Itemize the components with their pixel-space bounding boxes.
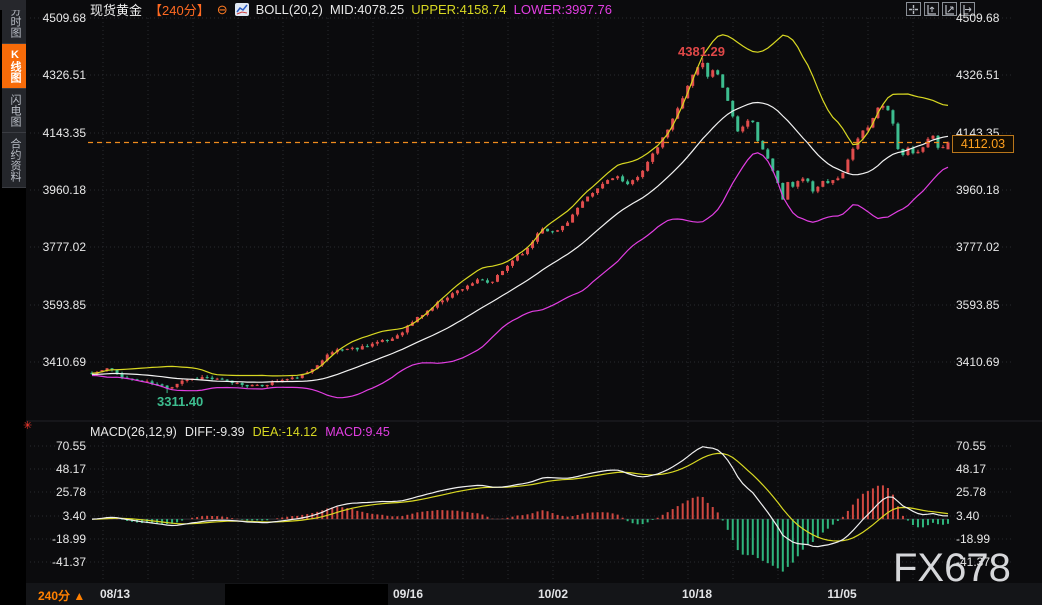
y-axis-tick: -41.37 bbox=[30, 555, 86, 569]
boll-upper-line bbox=[92, 35, 948, 376]
h-scrollbar-thumb[interactable] bbox=[225, 584, 388, 605]
y-axis-tick: -18.99 bbox=[30, 532, 86, 546]
sidebar-item-contract-info[interactable]: 合约资料 bbox=[2, 133, 26, 188]
symbol-name: 现货黄金 bbox=[90, 0, 142, 19]
last-price-tag: 4112.03 bbox=[952, 135, 1014, 153]
boll-mid-line bbox=[92, 103, 948, 383]
y-axis-tick: 3.40 bbox=[30, 509, 86, 523]
session-high-annotation: 4381.29 bbox=[678, 44, 725, 59]
y-axis-tick: 25.78 bbox=[30, 485, 86, 499]
period-badge[interactable]: 240分 ▲ bbox=[38, 587, 85, 604]
y-axis-tick: -18.99 bbox=[956, 532, 990, 546]
x-axis-label: 09/16 bbox=[393, 587, 423, 601]
y-axis-tick: 4326.51 bbox=[956, 68, 999, 82]
x-axis-label: 10/18 bbox=[682, 587, 712, 601]
macd-dea-line bbox=[92, 453, 948, 541]
indicator-settings-icon[interactable]: ✳ bbox=[23, 419, 32, 432]
macd-title: MACD(26,12,9) bbox=[90, 425, 177, 439]
macd-macd-value: MACD:9.45 bbox=[325, 425, 390, 439]
boll-label: BOLL(20,2) bbox=[256, 2, 323, 17]
y-axis-tick: 3593.85 bbox=[956, 298, 999, 312]
session-low-annotation: 3311.40 bbox=[157, 394, 203, 409]
zoom-vertical-axis-icon[interactable] bbox=[924, 2, 939, 16]
period-badge-label: 240分 bbox=[38, 589, 70, 603]
boll-upper-value: UPPER:4158.74 bbox=[411, 2, 506, 17]
y-axis-tick: 3410.69 bbox=[30, 355, 86, 369]
time-axis-bar bbox=[26, 583, 1042, 605]
y-axis-tick: 48.17 bbox=[30, 462, 86, 476]
zoom-diagonal-axis-icon[interactable] bbox=[942, 2, 957, 16]
macd-diff-line bbox=[92, 447, 948, 547]
sidebar-item-kline-chart[interactable]: K线图 bbox=[2, 44, 26, 89]
y-axis-tick: 3960.18 bbox=[956, 183, 999, 197]
y-axis-tick: 3.40 bbox=[956, 509, 979, 523]
macd-diff-value: DIFF:-9.39 bbox=[185, 425, 245, 439]
x-axis-label: 11/05 bbox=[827, 587, 856, 601]
y-axis-tick: 25.78 bbox=[956, 485, 986, 499]
y-axis-tick: 48.17 bbox=[956, 462, 986, 476]
y-axis-tick: 70.55 bbox=[30, 439, 86, 453]
y-axis-tick: 4509.68 bbox=[956, 11, 999, 25]
macd-series bbox=[92, 447, 949, 572]
y-axis-tick: 3410.69 bbox=[956, 355, 999, 369]
candles-series bbox=[91, 58, 950, 393]
x-axis-label: 10/02 bbox=[538, 587, 568, 601]
macd-dea-value: DEA:-14.12 bbox=[253, 425, 318, 439]
crosshair-icon[interactable] bbox=[906, 2, 921, 16]
x-axis-label: 08/13 bbox=[100, 587, 130, 601]
y-axis-tick: 4143.35 bbox=[30, 126, 86, 140]
chart-type-icon[interactable] bbox=[235, 3, 249, 16]
y-axis-tick: 3777.02 bbox=[956, 240, 999, 254]
collapse-indicator-icon[interactable]: ⊖ bbox=[217, 2, 228, 18]
period-badge-arrow-icon: ▲ bbox=[73, 589, 85, 603]
watermark: FX678 bbox=[893, 546, 1011, 590]
boll-lower-line bbox=[92, 153, 948, 398]
sidebar: 分时图 K线图 闪电图 合约资料 bbox=[0, 0, 26, 605]
y-axis-tick: 4326.51 bbox=[30, 68, 86, 82]
boll-mid-value: MID:4078.25 bbox=[330, 2, 404, 17]
macd-header: MACD(26,12,9) DIFF:-9.39 DEA:-14.12 MACD… bbox=[90, 425, 390, 439]
y-axis-tick: 70.55 bbox=[956, 439, 986, 453]
y-axis-tick: 4509.68 bbox=[30, 11, 86, 25]
y-axis-tick: 3777.02 bbox=[30, 240, 86, 254]
chart-header: 现货黄金 【240分】 ⊖ BOLL(20,2) MID:4078.25 UPP… bbox=[90, 1, 612, 18]
boll-lower-value: LOWER:3997.76 bbox=[514, 2, 612, 17]
y-axis-tick: 3593.85 bbox=[30, 298, 86, 312]
sidebar-footer-block bbox=[0, 0, 26, 10]
sidebar-item-lightning-chart[interactable]: 闪电图 bbox=[2, 89, 26, 133]
period-label: 【240分】 bbox=[149, 0, 210, 19]
chart-canvas[interactable] bbox=[0, 0, 1042, 605]
y-axis-tick: 3960.18 bbox=[30, 183, 86, 197]
